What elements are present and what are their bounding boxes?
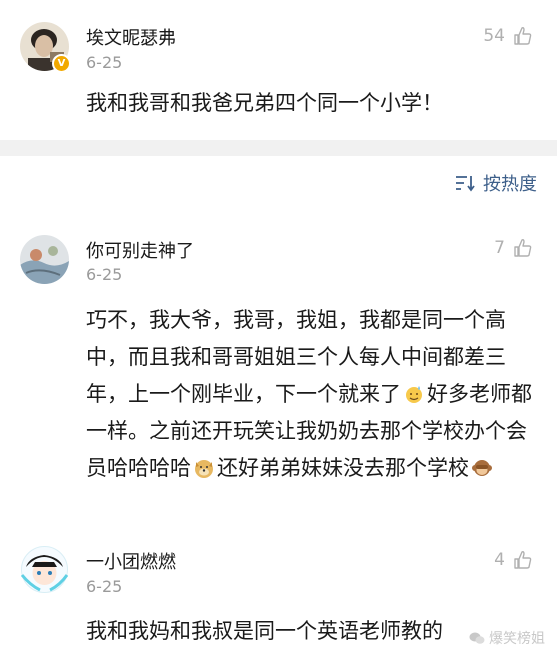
comment-1: V 埃文昵瑟弗 6-25 54 我和我哥和我爸兄弟四个同一个小学！: [0, 0, 557, 140]
thumbs-up-icon: [514, 551, 532, 569]
comment-text: 我和我哥和我爸兄弟四个同一个小学！: [86, 91, 443, 115]
monkey-emoji: [472, 460, 492, 476]
avatar[interactable]: [20, 235, 69, 284]
sort-by-hot-button[interactable]: 按热度: [455, 170, 537, 196]
comment-text-part: 还好弟弟妹妹没去那个学校: [217, 456, 469, 480]
username[interactable]: 埃文昵瑟弗: [86, 24, 176, 50]
username[interactable]: 一小团燃燃: [86, 548, 176, 574]
like-button[interactable]: 54: [483, 26, 533, 46]
thumbs-up-icon: [514, 239, 532, 257]
like-count: 54: [483, 26, 505, 46]
avatar[interactable]: [20, 545, 69, 594]
divider: [0, 140, 557, 156]
watermark-text: 爆笑榜姐: [489, 631, 545, 647]
like-button[interactable]: 4: [494, 550, 533, 570]
sweat-smile-emoji: [406, 386, 422, 403]
username[interactable]: 你可别走神了: [86, 237, 194, 263]
watermark: 爆笑榜姐: [469, 628, 545, 648]
sort-icon: [456, 176, 475, 192]
comment-date: 6-25: [86, 53, 123, 72]
doge-emoji: [195, 460, 213, 478]
comment-date: 6-25: [86, 577, 123, 596]
comment-date: 6-25: [86, 265, 123, 284]
like-count: 7: [494, 238, 505, 258]
like-count: 4: [494, 550, 505, 570]
comment-2: 你可别走神了 6-25 7 巧不，我大爷，我哥，我姐，我都是同一个高中，而且我和…: [0, 215, 557, 525]
like-button[interactable]: 7: [494, 238, 533, 258]
sort-label: 按热度: [483, 174, 537, 195]
comment-text: 巧不，我大爷，我哥，我姐，我都是同一个高中，而且我和哥哥姐姐三个人每人中间都差三…: [86, 302, 537, 487]
wechat-icon: [469, 632, 485, 644]
thumbs-up-icon: [514, 27, 532, 45]
verified-badge-icon: V: [52, 54, 71, 73]
